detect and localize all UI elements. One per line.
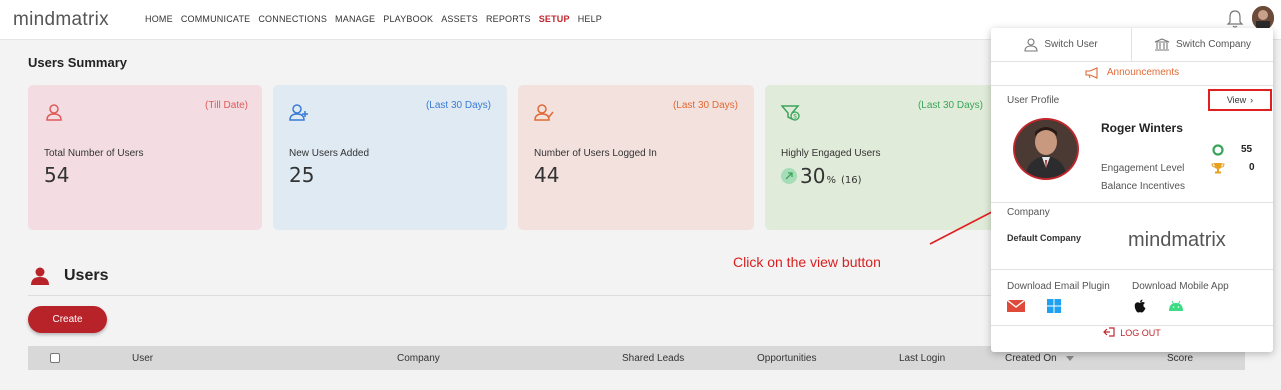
sort-down-icon[interactable] [1066,356,1074,362]
nav-setup[interactable]: SETUP [539,14,570,24]
view-profile-button[interactable]: View › [1208,89,1272,111]
nav-playbook[interactable]: PLAYBOOK [383,14,433,24]
divider [991,85,1273,86]
nav-communicate[interactable]: COMMUNICATE [181,14,251,24]
windows-icon[interactable] [1047,299,1061,313]
download-mobile-app-link[interactable]: Download Mobile App [1132,281,1229,292]
col-opportunities[interactable]: Opportunities [757,353,816,364]
users-icon [31,267,49,285]
engagement-label: Engagement Level [1101,163,1185,174]
card-sub: (16) [840,175,862,186]
apple-icon[interactable] [1134,299,1146,313]
switch-company-label: Switch Company [1175,39,1252,50]
user-icon [1024,37,1038,52]
users-header: Users [30,267,108,285]
company-logo: mindmatrix [1128,229,1226,251]
annotation-text: Click on the view button [733,254,881,270]
trophy-icon [1211,163,1225,174]
card-unit: % [826,175,836,186]
chevron-right-icon: › [1250,95,1254,105]
col-created-on[interactable]: Created On [1005,353,1057,364]
announcements-label: Announcements [1106,67,1180,78]
section-title: Users [64,267,109,284]
switch-user-button[interactable]: Switch User [991,28,1132,61]
announcements-link[interactable]: Announcements [991,61,1273,84]
bell-icon[interactable] [1225,8,1245,30]
card-range: (Last 30 Days) [917,100,983,111]
card-label: New Users Added [289,148,370,159]
divider [991,269,1273,270]
brand-logo[interactable]: mindmatrix [13,9,109,31]
col-last-login[interactable]: Last Login [899,353,945,364]
divider [991,202,1273,203]
card-new-users: (Last 30 Days) New Users Added 25 [273,85,507,230]
nav-home[interactable]: HOME [145,14,173,24]
email-icon[interactable] [1007,300,1025,312]
main-menu: HOME COMMUNICATE CONNECTIONS MANAGE PLAY… [145,14,610,24]
avatar[interactable] [1252,6,1274,30]
incentives-value: 0 [1249,162,1255,173]
create-button[interactable]: Create [28,306,107,333]
nav-reports[interactable]: REPORTS [486,14,531,24]
profile-dropdown: Switch User Switch Company Announcements… [991,28,1273,352]
card-range: (Till Date) [205,100,248,111]
divider [991,325,1273,326]
bank-icon [1154,37,1170,51]
logout-button[interactable]: LOG OUT [991,327,1273,338]
user-icon [46,104,62,121]
funnel-dollar-icon: $ [781,105,800,121]
megaphone-icon [1085,66,1098,79]
user-profile-label: User Profile [1007,95,1060,106]
switch-user-label: Switch User [1044,39,1098,50]
profile-photo [1013,118,1079,180]
card-range: (Last 30 Days) [425,100,491,111]
nav-assets[interactable]: ASSETS [441,14,478,24]
logout-label: LOG OUT [1120,328,1161,338]
card-logged-in: (Last 30 Days) Number of Users Logged In… [518,85,754,230]
view-label: View [1226,95,1247,105]
user-plus-icon [289,104,308,121]
user-check-icon [534,104,554,121]
card-value: 54 [44,163,70,187]
logout-icon [1103,327,1115,337]
android-icon[interactable] [1168,300,1184,312]
profile-name: Roger Winters [1101,121,1183,135]
col-user[interactable]: User [132,353,153,364]
company-label: Company [1007,207,1050,218]
col-company[interactable]: Company [397,353,440,364]
trend-up-icon [781,168,797,184]
engagement-value: 55 [1241,144,1253,155]
incentives-label: Balance Incentives [1101,181,1185,192]
card-total-users: (Till Date) Total Number of Users 54 [28,85,262,230]
card-label: Number of Users Logged In [534,148,657,159]
download-email-plugin-link[interactable]: Download Email Plugin [1007,281,1110,292]
company-name: Default Company [1007,233,1082,243]
select-all-checkbox[interactable] [50,353,60,363]
switch-company-button[interactable]: Switch Company [1132,28,1273,61]
card-label: Highly Engaged Users [781,148,881,159]
nav-manage[interactable]: MANAGE [335,14,375,24]
card-value: 44 [534,163,560,187]
card-value: 30 [800,164,826,188]
col-shared-leads[interactable]: Shared Leads [622,353,684,364]
card-range: (Last 30 Days) [672,100,738,111]
card-engaged-users: $ (Last 30 Days) Highly Engaged Users 30… [765,85,995,230]
page-title: Users Summary [28,55,127,70]
engagement-icon [1212,144,1224,156]
card-label: Total Number of Users [44,148,144,159]
card-value-group: 30 % (16) [781,164,862,188]
card-value: 25 [289,163,315,187]
col-score[interactable]: Score [1167,353,1193,364]
nav-connections[interactable]: CONNECTIONS [258,14,327,24]
nav-help[interactable]: HELP [578,14,602,24]
